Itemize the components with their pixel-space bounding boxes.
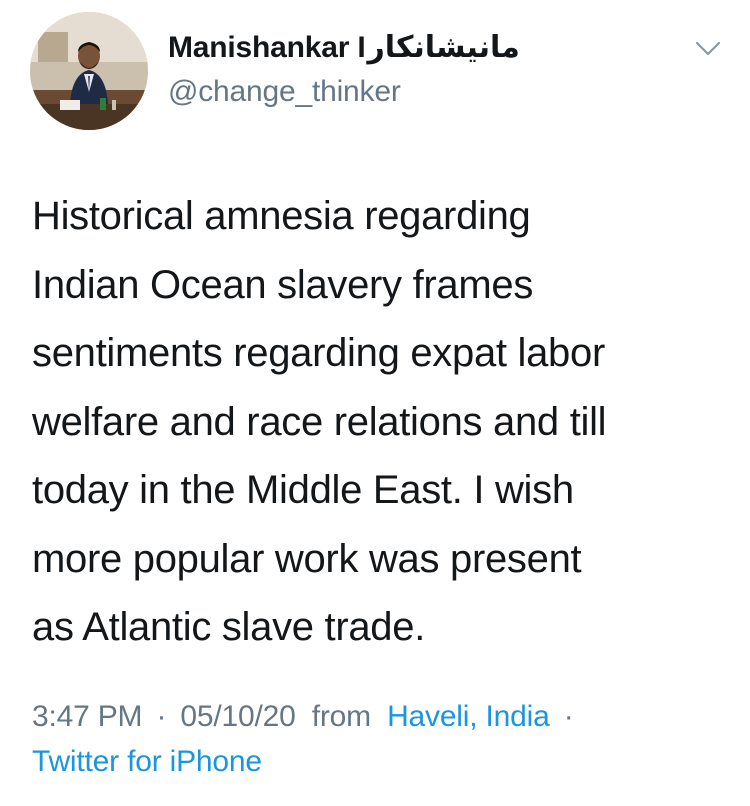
meta-separator-2: ·: [563, 700, 574, 733]
tweet-text-line: welfare and race relations and till: [32, 399, 607, 444]
tweet-text-line: sentiments regarding expat labor: [32, 331, 605, 375]
tweet-text-line: more popular work was present: [32, 536, 582, 581]
meta-separator: ·: [156, 700, 167, 733]
tweet-card: Manishankar I مانیشانکار @change_thinker…: [0, 0, 750, 806]
tweet-text: Historical amnesia regarding Indian Ocea…: [32, 182, 732, 662]
chevron-down-icon[interactable]: [694, 38, 722, 60]
tweet-text-line: as Atlantic slave trade.: [32, 605, 426, 649]
tweet-date[interactable]: 05/10/20: [180, 700, 295, 733]
avatar-image: [30, 12, 148, 130]
tweet-meta: 3:47 PM · 05/10/20 from Haveli, India · …: [32, 694, 732, 784]
display-name[interactable]: Manishankar I: [168, 31, 366, 65]
display-name-urdu[interactable]: مانیشانکار: [367, 30, 519, 65]
avatar[interactable]: [30, 12, 148, 130]
tweet-text-line: Historical amnesia regarding: [32, 194, 531, 238]
tweet-text-line: Indian Ocean slavery frames: [32, 262, 534, 307]
user-name-row[interactable]: Manishankar I مانیشانکار: [168, 30, 520, 65]
tweet-time[interactable]: 3:47 PM: [32, 700, 143, 733]
user-handle[interactable]: @change_thinker: [168, 75, 401, 109]
from-label: from: [311, 700, 371, 733]
tweet-meta-row: 3:47 PM · 05/10/20 from Haveli, India ·: [32, 694, 732, 739]
tweet-meta-row-2: Twitter for iPhone: [32, 739, 732, 784]
tweet-text-line: today in the Middle East. I wish: [32, 468, 574, 512]
client-link[interactable]: Twitter for iPhone: [32, 745, 262, 778]
location-link[interactable]: Haveli, India: [387, 700, 550, 733]
